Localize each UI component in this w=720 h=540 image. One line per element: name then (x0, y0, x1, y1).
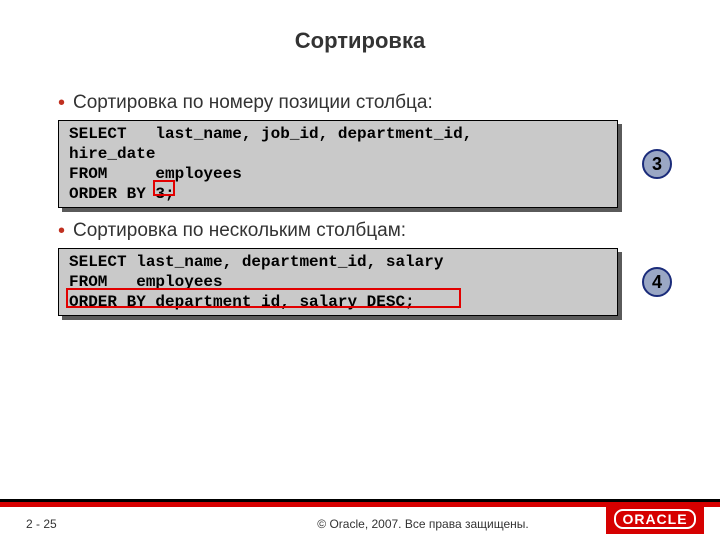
highlight-box-icon (153, 180, 175, 196)
bullet-item: • Сортировка по номеру позиции столбца: (58, 92, 662, 114)
slide-content: • Сортировка по номеру позиции столбца: … (0, 92, 720, 316)
step-badge: 3 (642, 149, 672, 179)
slide-title: Сортировка (0, 0, 720, 92)
sql-code-block: SELECT last_name, job_id, department_id,… (58, 120, 618, 208)
step-badge: 4 (642, 267, 672, 297)
bullet-dot-icon: • (58, 92, 65, 114)
bullet-dot-icon: • (58, 220, 65, 242)
code-example-1: SELECT last_name, job_id, department_id,… (58, 120, 662, 208)
oracle-logo-text: ORACLE (614, 509, 695, 529)
bullet-text: Сортировка по номеру позиции столбца: (73, 92, 433, 114)
oracle-logo: ORACLE (606, 504, 704, 534)
bullet-text: Сортировка по нескольким столбцам: (73, 220, 406, 242)
highlight-box-icon (66, 288, 461, 308)
bullet-item: • Сортировка по нескольким столбцам: (58, 220, 662, 242)
code-example-2: SELECT last_name, department_id, salary … (58, 248, 662, 316)
page-number: 2 - 25 (26, 517, 146, 531)
